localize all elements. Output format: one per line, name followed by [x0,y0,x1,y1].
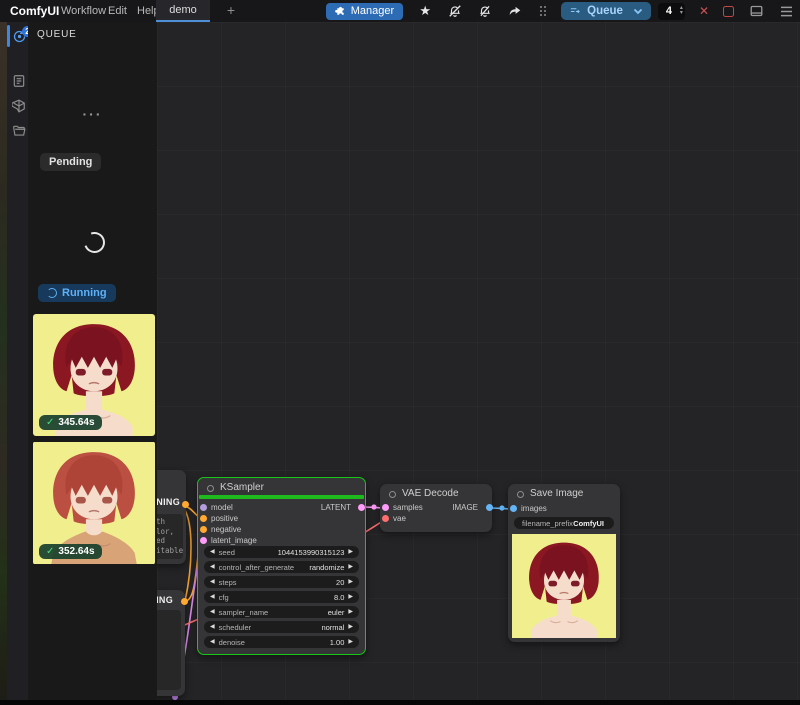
bell-slash-icon[interactable] [447,3,463,19]
queue-button-label: Queue [587,5,623,17]
queue-panel: QUEUE ··· Pending Running ✓ 345.64s ✓ 35… [28,22,157,700]
bottom-panel-toggle-icon[interactable] [748,3,764,19]
loading-spinner-icon [81,229,109,257]
sidebar-item-queue[interactable]: 2 [10,27,28,45]
menu-edit[interactable]: Edit [108,0,127,22]
increment-icon[interactable]: ▶ [348,591,353,603]
app-logo[interactable]: ComfyUI [10,0,59,22]
conditioning-output-dot[interactable] [181,598,188,605]
widget-denoise[interactable]: ◀ denoise 1.00 ▶ [204,636,359,648]
share-arrow-icon[interactable] [507,3,523,19]
decrement-icon[interactable]: ◀ [210,561,215,573]
increment-icon[interactable]: ▶ [348,576,353,588]
decrement-icon[interactable]: ◀ [210,576,215,588]
decrement-icon[interactable]: ◀ [210,546,215,558]
increment-icon[interactable]: ▶ [348,606,353,618]
node-running-badge: RUNNING [157,595,173,605]
queue-result-image-1[interactable]: ✓ 345.64s [33,314,155,436]
node-title: Save Image [530,488,583,499]
widget-cfg[interactable]: ◀ cfg 8.0 ▶ [204,591,359,603]
increment-icon[interactable]: ▶ [348,636,353,648]
collapse-toggle-icon[interactable] [517,491,524,498]
saved-image-preview[interactable] [512,534,616,638]
comfyui-window: ComfyUI Workflow Edit Help demo + Manage… [0,0,800,705]
sidebar-item-workflows[interactable] [10,122,28,140]
drag-handle-icon[interactable] [535,3,551,19]
window-bottom-edge [0,700,800,705]
check-icon: ✓ [46,546,54,557]
queue-list-icon [569,6,581,17]
positive-input-dot[interactable] [200,515,207,522]
collapse-toggle-icon[interactable] [389,491,396,498]
images-input-dot[interactable] [510,505,517,512]
widget-seed[interactable]: ◀ seed 1044153990315123 ▶ [204,546,359,558]
pending-section-label: Pending [40,153,101,171]
clear-queue-button[interactable]: ✕ [699,4,709,18]
node-vae-decode[interactable]: VAE Decode samples vae IMAGE [380,484,492,532]
increment-icon[interactable]: ▶ [348,621,353,633]
sidebar-rail: 2 [7,22,28,700]
step-down-icon[interactable]: ▾ [680,11,683,16]
image-output-dot[interactable] [486,504,493,511]
collapse-toggle-icon[interactable] [207,485,214,492]
workflow-tab-demo[interactable]: demo [156,0,210,22]
widget-scheduler[interactable]: ◀ scheduler normal ▶ [204,621,359,633]
widget-filename-prefix[interactable]: filename_prefix ComfyUI [514,517,614,529]
node-ksampler[interactable]: KSampler model positive negative latent_… [197,477,366,655]
increment-icon[interactable]: ▶ [348,546,353,558]
latent-image-input-dot[interactable] [200,537,207,544]
duration-badge: ✓ 345.64s [39,415,102,430]
duration-badge: ✓ 352.64s [39,544,102,559]
menubar: ComfyUI Workflow Edit Help demo + Manage… [0,0,800,22]
vae-input-dot[interactable] [382,515,389,522]
widget-control-after-generate[interactable]: ◀ control_after_generate randomize ▶ [204,561,359,573]
batch-count-value[interactable]: 4 [658,5,680,17]
stop-button[interactable] [723,6,734,17]
running-section-label: Running [38,284,116,302]
manager-button-label: Manager [351,5,394,17]
sidebar-item-logs[interactable] [10,72,28,90]
chevron-down-icon[interactable] [633,7,643,15]
node-title: KSampler [220,482,264,493]
decrement-icon[interactable]: ◀ [210,621,215,633]
increment-icon[interactable]: ▶ [348,561,353,573]
widget-steps[interactable]: ◀ steps 20 ▶ [204,576,359,588]
menu-workflow[interactable]: Workflow [61,0,106,22]
decrement-icon[interactable]: ◀ [210,636,215,648]
negative-input-dot[interactable] [200,526,207,533]
puzzle-icon [335,6,346,17]
queue-result-image-2[interactable]: ✓ 352.64s [33,441,155,565]
node-graph-canvas[interactable]: RUNNING thlor,editable RUNNING KSampler … [157,22,800,700]
desktop-wallpaper-strip [0,22,7,700]
latent-output-dot[interactable] [358,504,365,511]
node-running-badge: RUNNING [157,497,180,507]
bell-slash-alt-icon[interactable] [477,3,493,19]
node-clip-text-encode-negative[interactable]: RUNNING [157,590,185,696]
ellipsis-menu-icon[interactable]: ··· [28,106,157,122]
decrement-icon[interactable]: ◀ [210,606,215,618]
node-title: VAE Decode [402,488,459,499]
sidebar-item-model-library[interactable] [10,97,28,115]
queue-button[interactable]: Queue [561,2,651,20]
decrement-icon[interactable]: ◀ [210,591,215,603]
model-input-dot[interactable] [200,504,207,511]
prompt-textarea[interactable] [157,610,181,690]
node-clip-text-encode-positive[interactable]: RUNNING thlor,editable [157,470,186,564]
conditioning-output-dot[interactable] [182,501,189,508]
star-icon[interactable]: ★ [417,3,433,19]
queue-panel-title: QUEUE [37,29,77,40]
sampling-progress-bar [199,495,364,499]
check-icon: ✓ [46,417,54,428]
hamburger-menu-icon[interactable] [778,3,794,19]
node-save-image[interactable]: Save Image images filename_prefix ComfyU… [508,484,620,642]
new-workflow-tab-button[interactable]: + [218,0,244,22]
running-spinner-icon [47,288,57,298]
widget-sampler-name[interactable]: ◀ sampler_name euler ▶ [204,606,359,618]
batch-count-stepper[interactable]: 4 ▴ ▾ [658,3,685,20]
samples-input-dot[interactable] [382,504,389,511]
manager-button[interactable]: Manager [326,3,403,20]
